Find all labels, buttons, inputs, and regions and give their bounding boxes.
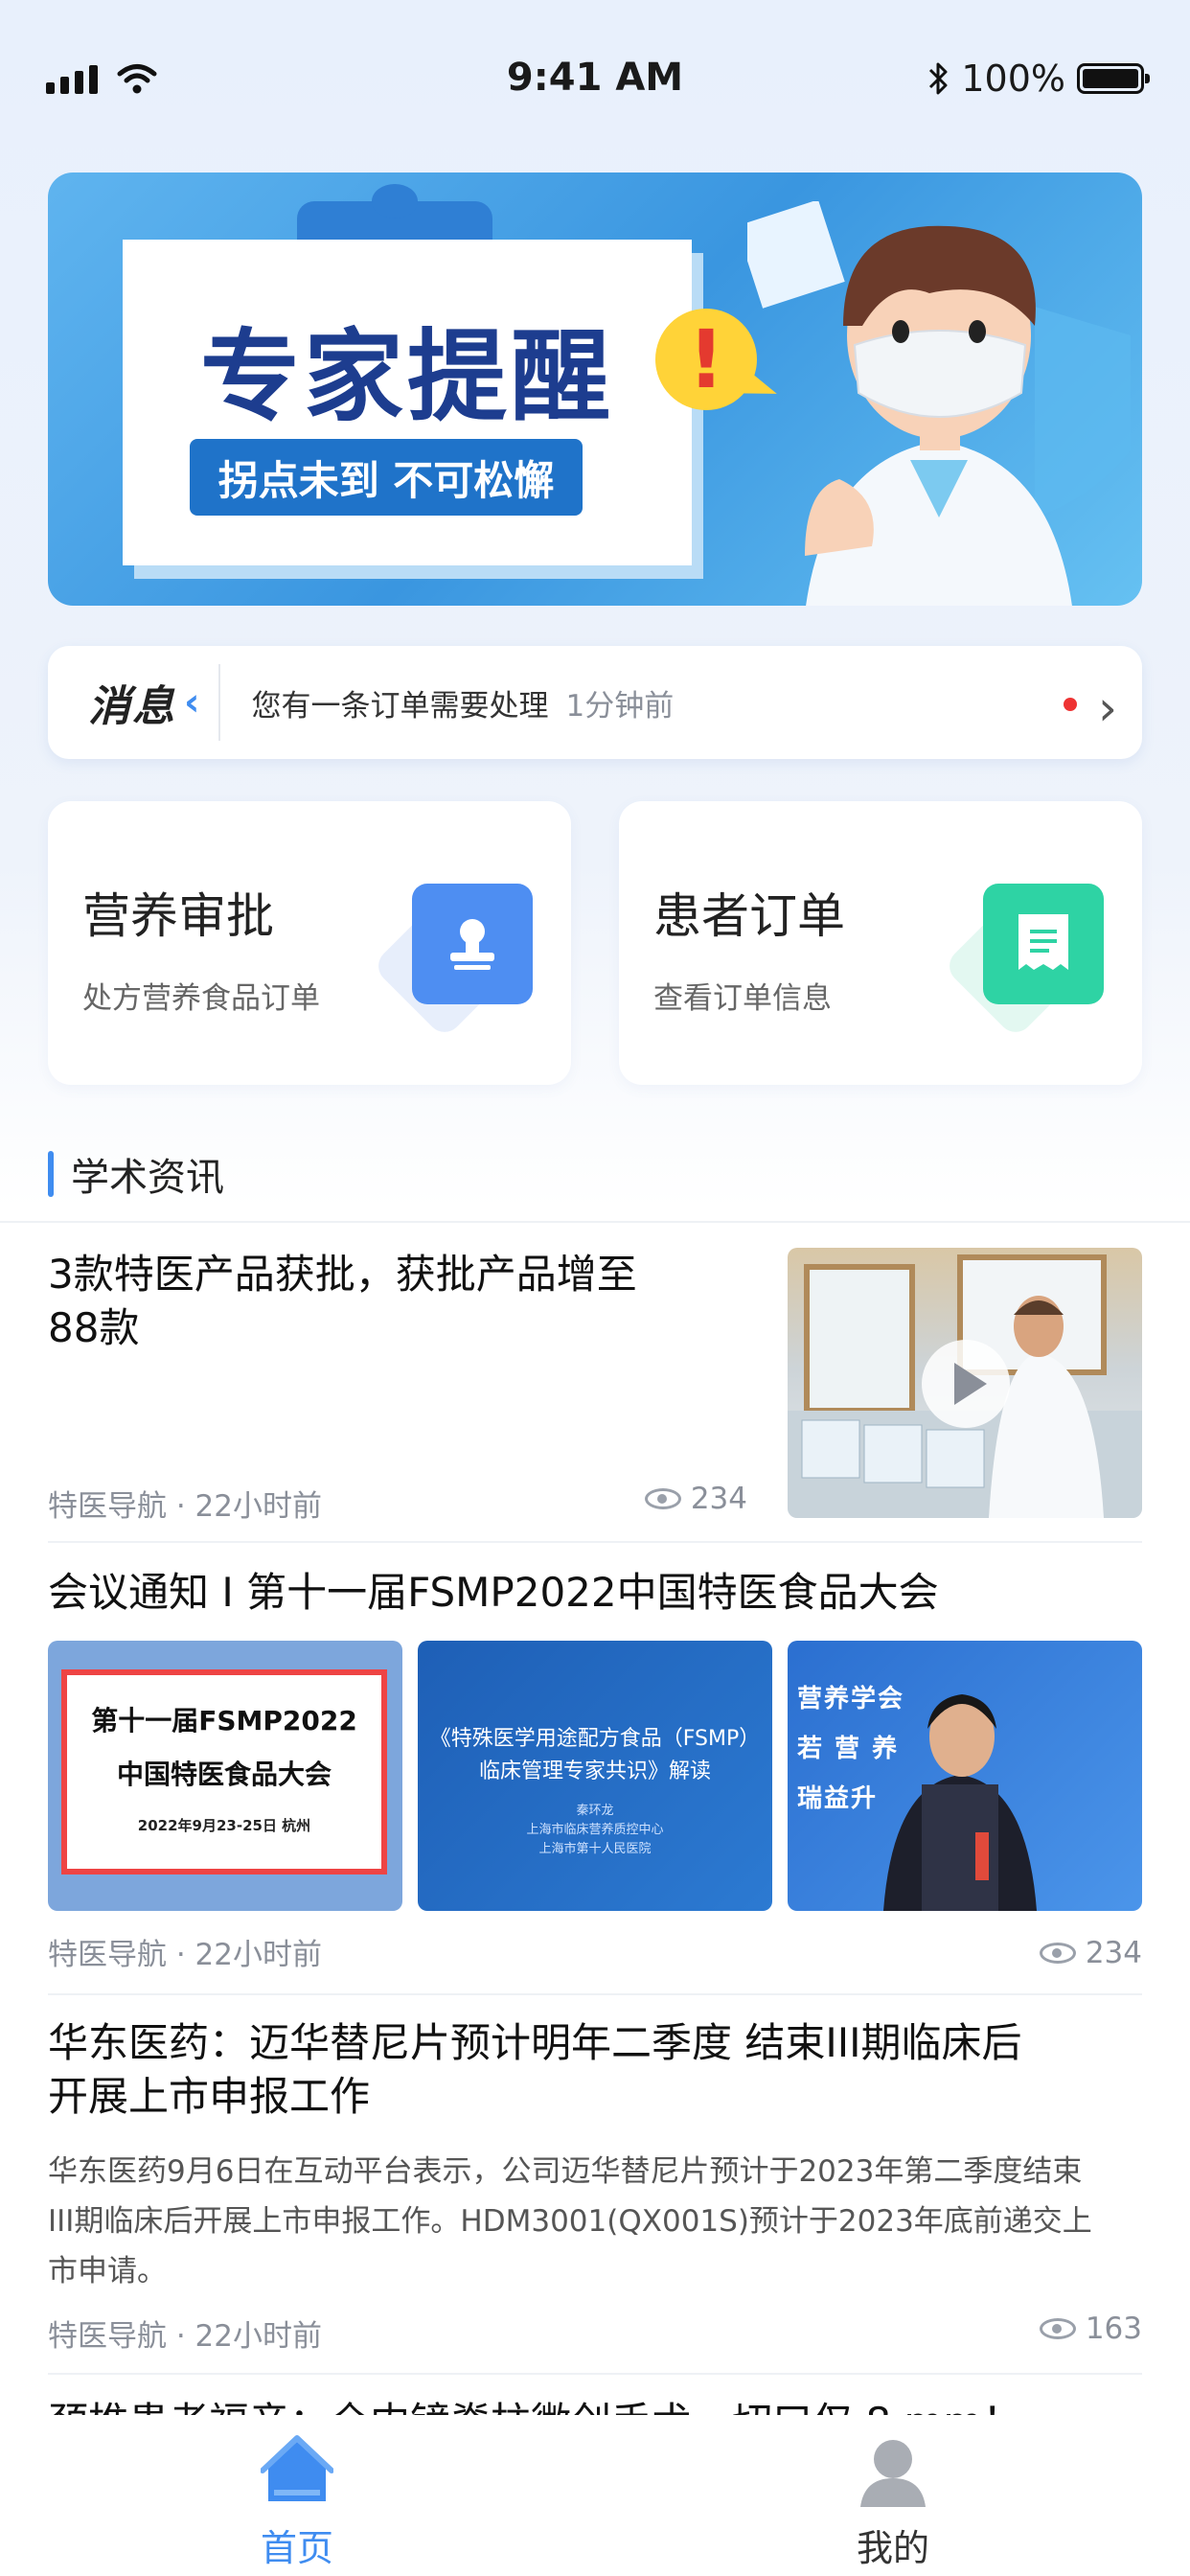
eye-icon bbox=[1039, 1943, 1076, 1964]
slide-speaker: 秦环龙 上海市临床营养质控中心 上海市第十人民医院 bbox=[418, 1802, 772, 1859]
notice-time: 1分钟前 bbox=[565, 688, 675, 724]
banner-subtitle: 拐点未到 不可松懈 bbox=[190, 439, 583, 516]
section-title: 学术资讯 bbox=[71, 1156, 224, 1200]
card-title: 营养审批 bbox=[82, 888, 274, 944]
poster-date: 2022年9月23-25日 杭州 bbox=[137, 1817, 311, 1834]
play-icon[interactable] bbox=[922, 1340, 1010, 1428]
article-image[interactable]: 《特殊医学用途配方食品（FSMP） 临床管理专家共识》解读 秦环龙 上海市临床营… bbox=[418, 1641, 772, 1911]
card-subtitle: 查看订单信息 bbox=[653, 981, 832, 1016]
slide-speaker-name: 秦环龙 bbox=[576, 1804, 614, 1818]
notice-label: 消息 bbox=[88, 682, 176, 731]
nutrition-approval-card[interactable]: 营养审批 处方营养食品订单 bbox=[48, 801, 571, 1085]
poster-title: 第十一届FSMP2022 bbox=[91, 1705, 357, 1736]
article-source: 特医导航 · 22小时前 bbox=[48, 1938, 323, 1972]
tab-label: 我的 bbox=[856, 2527, 929, 2569]
poster-subtitle: 中国特医食品大会 bbox=[116, 1759, 332, 1790]
view-count: 234 bbox=[644, 1482, 747, 1516]
slide-speaker-org1: 上海市临床营养质控中心 bbox=[526, 1823, 664, 1837]
view-count: 163 bbox=[1039, 2312, 1142, 2346]
tab-profile[interactable]: 我的 bbox=[749, 2434, 1037, 2571]
home-icon bbox=[260, 2435, 334, 2501]
eye-icon bbox=[644, 1488, 681, 1509]
chevron-right-icon: › bbox=[1098, 680, 1117, 736]
message-notice-bar[interactable]: 消息 ‹ 您有一条订单需要处理 1分钟前 › bbox=[48, 646, 1142, 759]
view-count-value: 163 bbox=[1085, 2312, 1142, 2346]
unread-dot bbox=[1064, 698, 1077, 711]
article-summary-line3: 市申请。 bbox=[48, 2254, 167, 2288]
video-thumbnail[interactable] bbox=[788, 1248, 1142, 1518]
tab-bar: 首页 我的 bbox=[0, 2415, 1190, 2576]
article-image[interactable]: 营养学会 若 营 养 瑞益升 bbox=[788, 1641, 1142, 1911]
bluetooth-icon bbox=[929, 62, 948, 95]
tab-label: 首页 bbox=[260, 2527, 333, 2569]
article-title: 3款特医产品获批，获批产品增至 bbox=[48, 1251, 637, 1298]
article-summary-line1: 华东医药9月6日在互动平台表示，公司迈华替尼片预计于2023年第二季度结束 bbox=[48, 2154, 1083, 2189]
card-title: 患者订单 bbox=[653, 888, 845, 944]
section-accent bbox=[48, 1151, 54, 1197]
article-image[interactable]: 第十一届FSMP2022 中国特医食品大会 2022年9月23-25日 杭州 bbox=[48, 1641, 402, 1911]
conference-poster: 第十一届FSMP2022 中国特医食品大会 2022年9月23-25日 杭州 bbox=[61, 1669, 387, 1874]
article-divider bbox=[48, 1993, 1142, 1995]
eye-icon bbox=[1039, 2318, 1076, 2339]
section-divider bbox=[0, 1221, 1190, 1223]
receipt-icon bbox=[983, 884, 1104, 1004]
battery-level bbox=[1083, 69, 1138, 88]
slide-subtitle: 临床管理专家共识》解读 bbox=[478, 1760, 711, 1783]
battery-icon bbox=[1077, 63, 1150, 94]
slide-title: 《特殊医学用途配方食品（FSMP） bbox=[429, 1727, 761, 1751]
notice-divider bbox=[218, 664, 221, 741]
patient-orders-card[interactable]: 患者订单 查看订单信息 bbox=[619, 801, 1142, 1085]
notice-chevron-icon: ‹ bbox=[184, 680, 200, 724]
article-summary-line2: III期临床后开展上市申报工作。HDM3001(QX001S)预计于2023年底… bbox=[48, 2204, 1092, 2239]
article-divider bbox=[48, 1541, 1142, 1543]
article-title: 华东医药：迈华替尼片预计明年二季度 结束III期临床后 bbox=[48, 2019, 1022, 2066]
article-title: 颈椎患者福音：全内镜脊柱微创手术，切口仅 8 mm！ bbox=[48, 2396, 1022, 2417]
speaker-figure bbox=[883, 1694, 1037, 1911]
view-count-value: 234 bbox=[690, 1482, 747, 1516]
article-divider bbox=[48, 2373, 1142, 2375]
view-count: 234 bbox=[1039, 1936, 1142, 1970]
article-source: 特医导航 · 22小时前 bbox=[48, 1489, 323, 1524]
alert-icon: ! bbox=[655, 309, 757, 410]
article-title-line2: 88款 bbox=[48, 1304, 140, 1351]
academic-news-header: 学术资讯 bbox=[48, 1146, 224, 1202]
article-item[interactable]: 颈椎患者福音：全内镜脊柱微创手术，切口仅 8 mm！ bbox=[0, 2396, 1190, 2417]
slide-speaker-org2: 上海市第十人民医院 bbox=[538, 1842, 652, 1856]
status-bar: 9:41 AM 100% bbox=[0, 0, 1190, 163]
battery-percent: 100% bbox=[961, 58, 1065, 100]
notice-text: 您有一条订单需要处理 bbox=[251, 688, 549, 724]
card-subtitle: 处方营养食品订单 bbox=[82, 981, 320, 1016]
article-title: 会议通知 I 第十一届FSMP2022中国特医食品大会 bbox=[48, 1569, 939, 1616]
stamp-icon bbox=[412, 884, 533, 1004]
tab-home[interactable]: 首页 bbox=[153, 2434, 441, 2571]
profile-icon bbox=[860, 2440, 926, 2507]
view-count-value: 234 bbox=[1085, 1936, 1142, 1970]
banner-title: 专家提醒 bbox=[199, 317, 614, 435]
article-title-line2: 开展上市申报工作 bbox=[48, 2073, 371, 2120]
doctor-illustration bbox=[747, 201, 1131, 606]
expert-reminder-banner[interactable]: 专家提醒 拐点未到 不可松懈 ! bbox=[48, 172, 1142, 606]
article-source: 特医导航 · 22小时前 bbox=[48, 2319, 323, 2354]
